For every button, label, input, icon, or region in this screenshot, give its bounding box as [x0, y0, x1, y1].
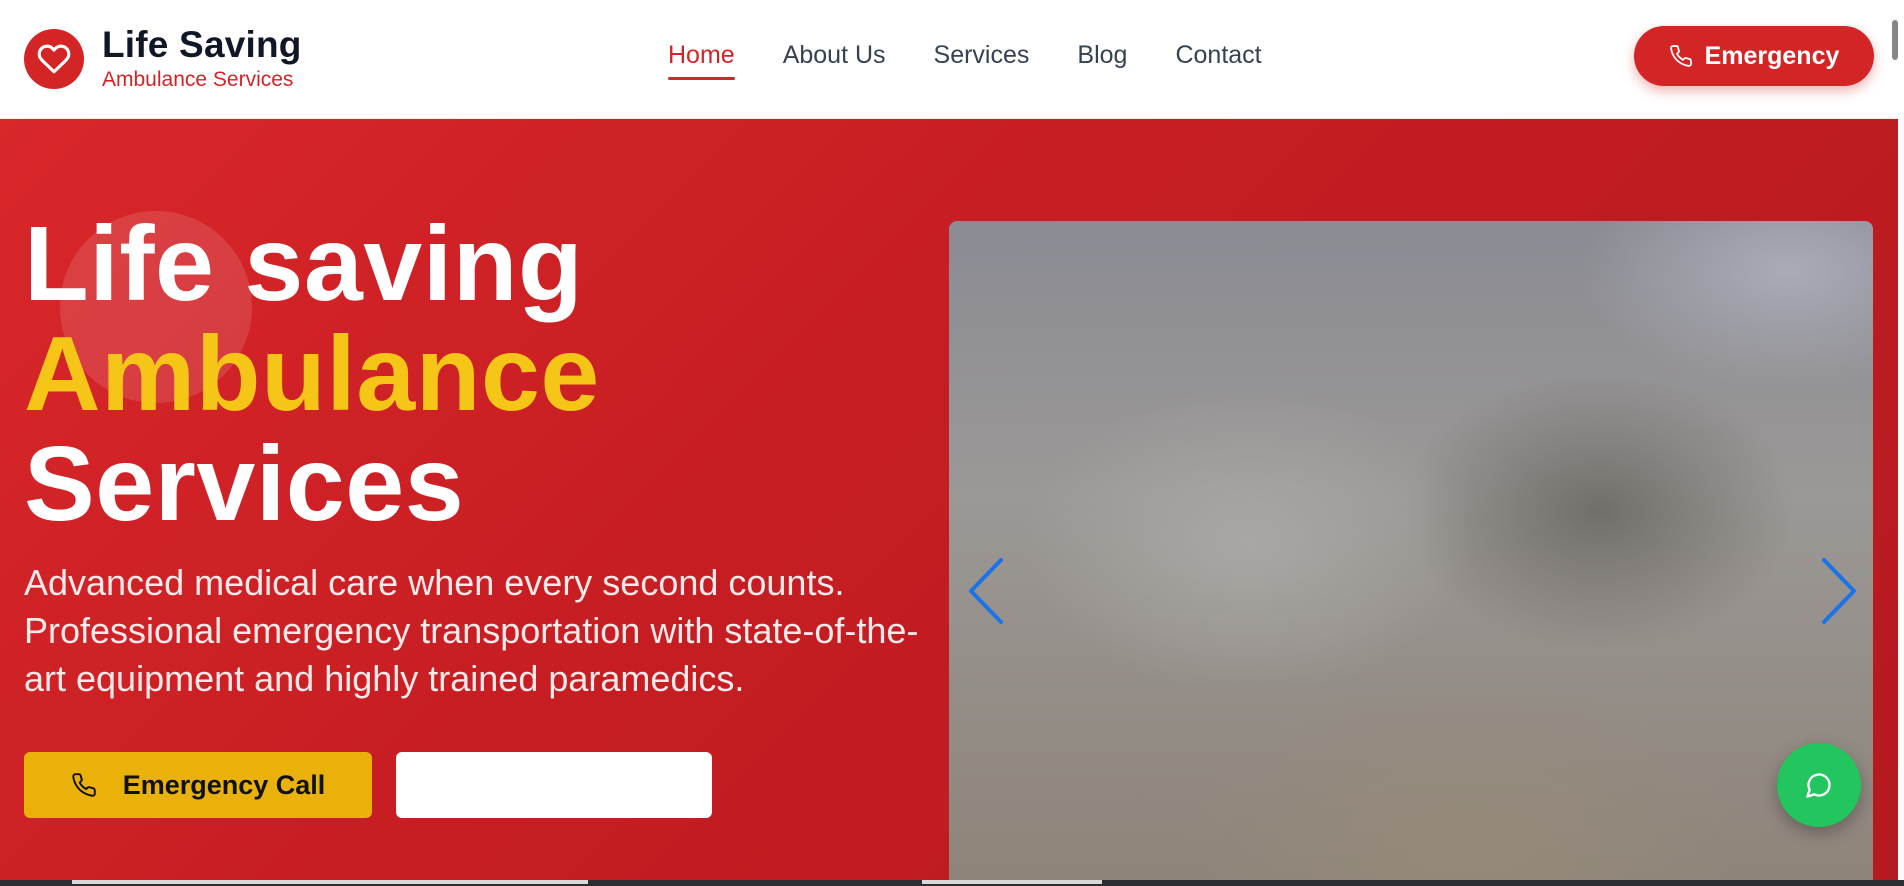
chat-bubble-icon	[1806, 773, 1831, 798]
bottom-strip	[0, 880, 1904, 886]
chevron-right-icon[interactable]	[1818, 556, 1858, 631]
emergency-button-label: Emergency	[1704, 41, 1840, 70]
bottom-strip-segment	[922, 880, 1102, 884]
brand-logo[interactable]: Life Saving Ambulance Services	[24, 25, 302, 93]
secondary-hero-button[interactable]	[396, 752, 712, 818]
emergency-button[interactable]: Emergency	[1634, 26, 1874, 86]
chevron-left-icon[interactable]	[967, 556, 1007, 631]
hero-title-line-1: Life saving	[24, 205, 584, 323]
scrollbar-thumb[interactable]	[1892, 20, 1898, 60]
image-slider[interactable]	[949, 221, 1873, 880]
hero-section: Life saving Ambulance Services Advanced …	[0, 119, 1898, 880]
emergency-call-label: Emergency Call	[122, 769, 326, 800]
nav-blog[interactable]: Blog	[1077, 38, 1127, 82]
nav-about-us[interactable]: About Us	[783, 38, 886, 82]
hero-title-line-3: Services	[24, 425, 465, 543]
hero-description: Advanced medical care when every second …	[24, 562, 919, 699]
nav-contact[interactable]: Contact	[1175, 38, 1261, 82]
chat-button[interactable]	[1777, 743, 1861, 827]
hero-title: Life saving Ambulance Services	[24, 209, 600, 539]
heart-icon	[24, 29, 84, 89]
brand-title: Life Saving	[102, 24, 302, 65]
nav-home[interactable]: Home	[668, 38, 735, 82]
phone-icon	[1669, 45, 1692, 67]
bottom-strip-segment	[72, 880, 588, 884]
phone-icon	[72, 773, 96, 797]
brand-subtitle: Ambulance Services	[102, 68, 294, 91]
site-header: Life Saving Ambulance Services Home Abou…	[0, 0, 1898, 119]
nav-services[interactable]: Services	[934, 38, 1030, 82]
hero-title-line-2: Ambulance	[24, 315, 600, 433]
emergency-call-button[interactable]: Emergency Call	[24, 752, 372, 818]
main-nav: Home About Us Services Blog Contact	[668, 38, 1310, 82]
slider-image	[949, 221, 1873, 880]
